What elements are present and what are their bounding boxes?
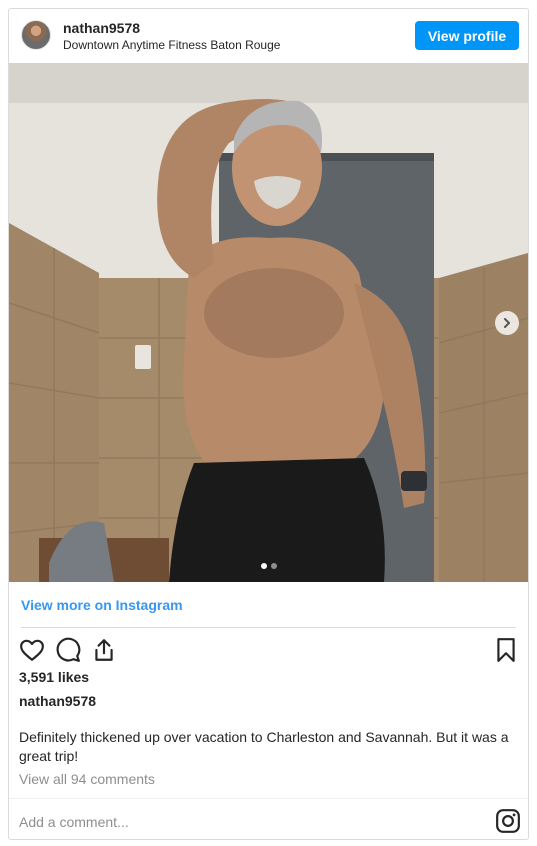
location-label[interactable]: Downtown Anytime Fitness Baton Rouge (63, 38, 280, 52)
slide-indicator (261, 563, 277, 569)
slide-dot-active (261, 563, 267, 569)
share-icon[interactable] (91, 637, 117, 663)
divider (21, 627, 516, 628)
instagram-icon[interactable] (495, 808, 521, 834)
post-owner[interactable]: nathan9578 (19, 693, 96, 709)
heart-icon[interactable] (19, 637, 45, 663)
view-more-link[interactable]: View more on Instagram (21, 597, 183, 613)
instagram-embed-card: nathan9578 Downtown Anytime Fitness Bato… (8, 8, 529, 840)
post-photo[interactable] (9, 63, 528, 582)
bookmark-icon[interactable] (493, 637, 519, 663)
post-header: nathan9578 Downtown Anytime Fitness Bato… (9, 9, 528, 63)
username[interactable]: nathan9578 (63, 20, 140, 36)
add-comment-input[interactable]: Add a comment... (19, 814, 129, 830)
action-bar (9, 633, 528, 665)
view-profile-button[interactable]: View profile (415, 21, 519, 50)
view-comments-link[interactable]: View all 94 comments (19, 771, 155, 787)
next-slide-button[interactable] (495, 311, 519, 335)
avatar[interactable] (21, 20, 51, 50)
chevron-right-icon (504, 318, 510, 328)
divider (9, 798, 528, 799)
slide-dot (271, 563, 277, 569)
post-photo-illustration (9, 63, 528, 582)
comment-icon[interactable] (55, 637, 81, 663)
post-caption: Definitely thickened up over vacation to… (19, 729, 509, 764)
likes-count[interactable]: 3,591 likes (19, 669, 89, 685)
